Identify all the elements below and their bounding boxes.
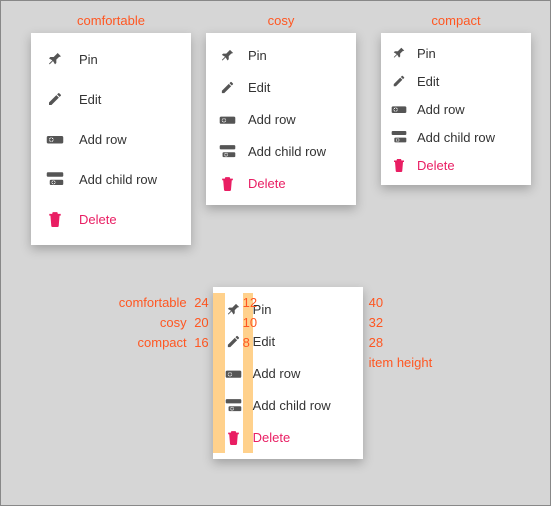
menu-item-label: Pin: [79, 52, 173, 67]
spacing-diagram: comfortable cosy compact 24 20 16 12 10 …: [1, 293, 550, 459]
menu-item-delete[interactable]: Delete: [206, 167, 356, 199]
value-height-comfortable: 40: [369, 293, 433, 313]
value-leftpad-comfortable: 24: [193, 293, 209, 313]
diagram-gap-values: 12 10 8: [243, 293, 261, 353]
trash-icon: [225, 421, 243, 453]
menu-item-pin[interactable]: Pin: [381, 39, 531, 67]
menu-item-label: Pin: [253, 302, 347, 317]
menu-item-label: Add child row: [79, 172, 173, 187]
heading-cosy: cosy: [206, 13, 356, 28]
menu-item-edit[interactable]: Edit: [31, 79, 191, 119]
heading-compact: compact: [381, 13, 531, 28]
menu-item-label: Delete: [79, 212, 173, 227]
add-child-row-icon: [225, 389, 243, 421]
spacing-highlight-leftpad: [213, 421, 225, 453]
context-menu-comfortable: Pin Edit Add row Add child row Delete: [31, 33, 191, 245]
diagram-label-comfortable: comfortable: [119, 293, 187, 313]
menu-item-delete[interactable]: Delete: [381, 151, 531, 179]
spacing-highlight-leftpad: [213, 357, 225, 389]
spacing-highlight-gap: [243, 357, 253, 389]
menu-item-label: Add child row: [417, 130, 517, 145]
menu-item-label: Delete: [417, 158, 517, 173]
context-menu-cosy: Pin Edit Add row Add child row Delete: [206, 33, 356, 205]
menu-item-add-child-row[interactable]: Add child row: [206, 135, 356, 167]
menu-item-add-row[interactable]: Add row: [381, 95, 531, 123]
add-row-icon: [45, 132, 65, 146]
spacing-highlight-gap: [243, 389, 253, 421]
menu-item-pin[interactable]: Pin: [213, 293, 363, 325]
value-gap-cosy: 10: [243, 313, 259, 333]
menu-item-label: Edit: [253, 334, 347, 349]
menu-item-add-child-row[interactable]: Add child row: [381, 123, 531, 151]
spacing-highlight-leftpad: [213, 293, 225, 325]
context-menu-annotated: 12 10 8 Pin Edit: [213, 287, 363, 459]
trash-icon: [218, 176, 236, 191]
menu-item-label: Delete: [248, 176, 340, 191]
heading-comfortable: comfortable: [31, 13, 191, 28]
add-child-row-icon: [45, 171, 65, 187]
menu-item-label: Add row: [248, 112, 340, 127]
value-height-cosy: 32: [369, 313, 433, 333]
value-leftpad-compact: 16: [193, 333, 209, 353]
menu-item-pin[interactable]: Pin: [206, 39, 356, 71]
value-gap-compact: 8: [243, 333, 259, 353]
menu-item-add-row[interactable]: Add row: [31, 119, 191, 159]
spacing-highlight-gap: [243, 421, 253, 453]
menu-item-label: Edit: [79, 92, 173, 107]
menu-item-edit[interactable]: Edit: [206, 71, 356, 103]
add-row-icon: [391, 103, 407, 115]
menu-item-label: Add child row: [253, 398, 347, 413]
trash-icon: [391, 158, 407, 172]
menu-item-label: Pin: [248, 48, 340, 63]
menu-item-edit[interactable]: Edit: [213, 325, 363, 357]
add-row-icon: [218, 113, 236, 126]
menu-item-label: Edit: [248, 80, 340, 95]
pin-icon: [225, 293, 243, 325]
value-gap-comfortable: 12: [243, 293, 259, 313]
trash-icon: [45, 211, 65, 227]
context-menu-compact: Pin Edit Add row Add child row Delete: [381, 33, 531, 185]
pin-icon: [391, 46, 407, 60]
menu-item-add-child-row[interactable]: Add child row: [213, 389, 363, 421]
menu-item-label: Edit: [417, 74, 517, 89]
pencil-icon: [218, 80, 236, 95]
value-height-compact: 28: [369, 333, 433, 353]
spacing-highlight-leftpad: [213, 325, 225, 357]
pin-icon: [45, 51, 65, 67]
menu-item-delete[interactable]: Delete: [31, 199, 191, 239]
add-child-row-icon: [391, 130, 407, 144]
diagram-leftpad-values: 24 20 16: [193, 293, 213, 353]
spacing-highlight-leftpad: [213, 389, 225, 421]
value-leftpad-cosy: 20: [193, 313, 209, 333]
menu-item-add-row[interactable]: Add row: [213, 357, 363, 389]
pencil-icon: [45, 91, 65, 107]
add-row-icon: [225, 357, 243, 389]
menu-item-edit[interactable]: Edit: [381, 67, 531, 95]
menu-item-pin[interactable]: Pin: [31, 39, 191, 79]
menu-item-label: Add child row: [248, 144, 340, 159]
menu-item-label: Pin: [417, 46, 517, 61]
diagram-item-height-values: 40 32 28 item height: [363, 293, 433, 373]
diagram-label-compact: compact: [119, 333, 187, 353]
add-child-row-icon: [218, 144, 236, 159]
menu-item-label: Add row: [79, 132, 173, 147]
diagram-density-labels: comfortable cosy compact: [119, 293, 193, 353]
pencil-icon: [225, 325, 243, 357]
menu-item-add-child-row[interactable]: Add child row: [31, 159, 191, 199]
menu-item-label: Add row: [417, 102, 517, 117]
pencil-icon: [391, 74, 407, 88]
menu-item-label: Add row: [253, 366, 347, 381]
label-item-height: item height: [369, 353, 433, 373]
menu-item-label: Delete: [253, 430, 347, 445]
diagram-label-cosy: cosy: [119, 313, 187, 333]
menu-item-delete[interactable]: Delete: [213, 421, 363, 453]
canvas: comfortable cosy compact Pin Edit Add ro…: [0, 0, 551, 506]
pin-icon: [218, 48, 236, 63]
menu-item-add-row[interactable]: Add row: [206, 103, 356, 135]
